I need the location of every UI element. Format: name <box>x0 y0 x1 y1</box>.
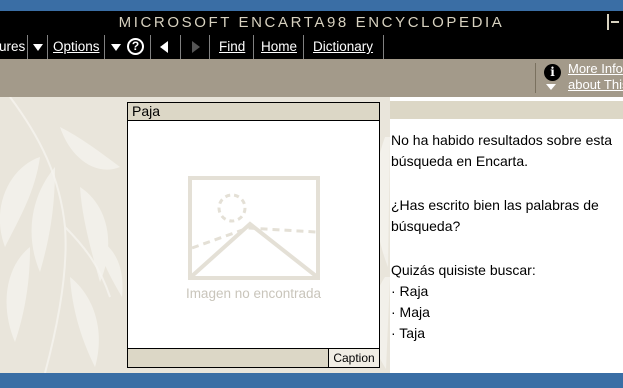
spell-check-text: ¿Has escrito bien las palabras de búsque… <box>391 197 599 234</box>
more-info-link[interactable]: More Info about This <box>568 61 623 93</box>
app-title: MICROSOFT ENCARTA98 ENCYCLOPEDIA <box>118 14 505 31</box>
suggestion-link[interactable]: · Taja <box>391 323 623 344</box>
caption-button[interactable]: Caption <box>328 349 379 367</box>
forward-button[interactable] <box>180 35 209 59</box>
features-dropdown[interactable] <box>27 35 47 59</box>
suggestion-link[interactable]: · Raja <box>391 281 623 302</box>
media-title: Paja <box>128 103 379 121</box>
forward-arrow-icon <box>192 41 200 53</box>
back-button[interactable] <box>150 35 180 59</box>
help-menu[interactable]: ? <box>104 35 150 59</box>
window-frame-bottom <box>0 373 623 388</box>
info-band <box>0 59 623 97</box>
suggestion-link[interactable]: · Maja <box>391 302 623 323</box>
no-results-text: No ha habido resultados sobre esta búsqu… <box>391 132 613 169</box>
more-info-line2: about This <box>568 77 623 92</box>
chevron-down-icon <box>33 44 43 51</box>
back-arrow-icon <box>160 41 168 53</box>
home-label: Home <box>261 39 298 54</box>
results-panel: No ha habido resultados sobre esta búsqu… <box>391 130 623 344</box>
content-area: Paja Imagen no encontrada Caption No ha … <box>0 97 623 373</box>
options-label: Options <box>53 39 100 54</box>
chevron-down-icon <box>111 44 121 51</box>
image-placeholder-icon <box>188 176 320 280</box>
title-bar: MICROSOFT ENCARTA98 ENCYCLOPEDIA <box>0 11 623 35</box>
features-label: ures <box>0 39 26 54</box>
minimize-icon[interactable] <box>607 14 619 30</box>
find-button[interactable]: Find <box>209 35 253 59</box>
did-you-mean-text: Quizás quisiste buscar: <box>391 262 536 278</box>
results-header-bar <box>390 101 623 119</box>
window-frame-top <box>0 0 623 11</box>
options-menu[interactable]: Options <box>47 35 104 59</box>
dictionary-label: Dictionary <box>313 39 374 54</box>
more-info-line1: More Info <box>568 61 623 76</box>
chevron-down-icon[interactable] <box>546 84 556 90</box>
toolbar-spacer <box>383 35 623 59</box>
info-separator <box>535 63 536 93</box>
media-panel: Paja Imagen no encontrada Caption <box>127 102 380 368</box>
dictionary-button[interactable]: Dictionary <box>303 35 383 59</box>
toolbar: ures Options ? Find Home Dictionary <box>0 35 623 59</box>
info-icon[interactable]: i <box>544 64 561 81</box>
media-footer: Caption <box>128 348 379 367</box>
home-button[interactable]: Home <box>253 35 303 59</box>
find-label: Find <box>219 39 246 54</box>
help-icon: ? <box>127 38 144 55</box>
image-not-found-text: Imagen no encontrada <box>185 286 322 301</box>
features-menu[interactable]: ures <box>0 35 27 59</box>
